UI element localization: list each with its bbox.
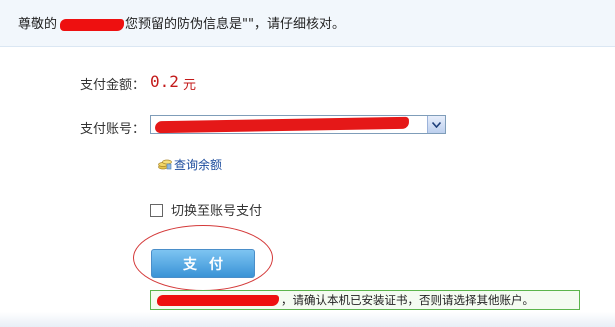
- redaction-mark: [157, 294, 279, 306]
- account-label: 支付账号：: [80, 122, 146, 137]
- account-select[interactable]: [150, 115, 446, 134]
- certificate-notice: ，请确认本机已安装证书，否则请选择其他账户。: [150, 290, 580, 310]
- coins-icon: [158, 158, 172, 173]
- redaction-mark: [60, 18, 125, 31]
- pay-button[interactable]: 支付: [151, 249, 255, 278]
- redaction-mark: [154, 116, 410, 134]
- anti-phishing-tip: 您预留的防伪信息是""，请仔细核对。: [125, 17, 345, 32]
- query-balance-link[interactable]: 查询余额: [158, 156, 222, 173]
- checkbox-icon[interactable]: [150, 204, 163, 217]
- amount-label: 支付金额：: [80, 78, 146, 93]
- switch-to-account-option[interactable]: 切换至账号支付: [150, 200, 262, 219]
- greeting-text: 尊敬的: [18, 17, 58, 32]
- greeting: 尊敬的: [18, 13, 128, 32]
- notice-banner: 尊敬的 您预留的防伪信息是""，请仔细核对。: [0, 0, 615, 47]
- certificate-notice-text: ，请确认本机已安装证书，否则请选择其他账户。: [281, 293, 534, 307]
- query-balance-label[interactable]: 查询余额: [174, 158, 222, 172]
- chevron-down-icon[interactable]: [427, 116, 445, 133]
- footer-gradient: [0, 312, 615, 327]
- amount-unit: 元: [183, 78, 197, 93]
- amount-value: 0.2: [150, 72, 179, 91]
- switch-to-account-label[interactable]: 切换至账号支付: [171, 204, 262, 219]
